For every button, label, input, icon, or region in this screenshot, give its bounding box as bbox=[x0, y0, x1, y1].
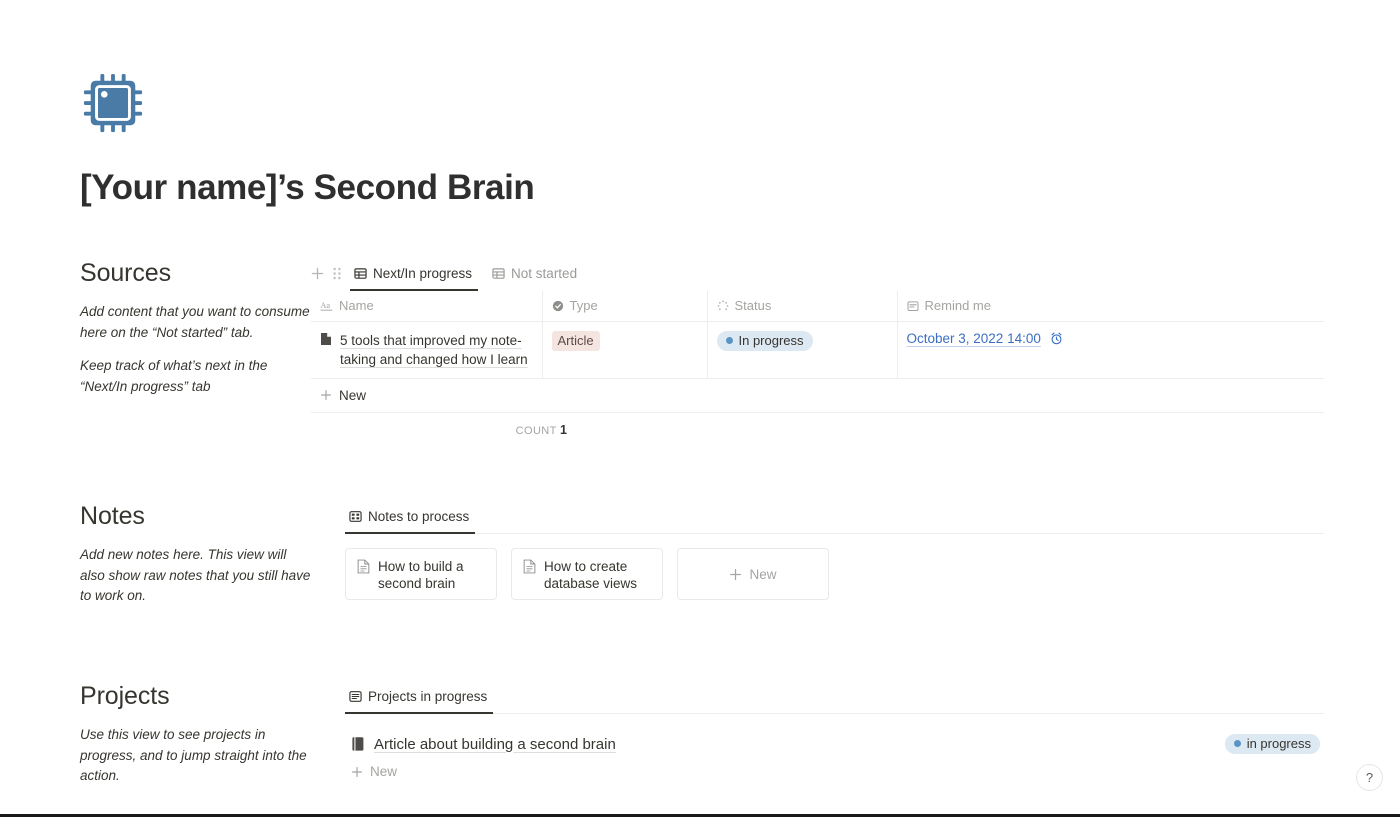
notes-description: Add new notes here. This view will also … bbox=[80, 545, 312, 607]
projects-description-line-1: Use this view to see projects in progres… bbox=[80, 727, 307, 783]
sources-description: Add content that you want to consume her… bbox=[80, 302, 312, 397]
list-item-label: Article about building a second brain bbox=[374, 735, 616, 753]
cell-type[interactable]: Article bbox=[542, 321, 708, 379]
gallery-card[interactable]: How to build a second brain bbox=[345, 548, 497, 600]
gallery-card[interactable]: How to create database views bbox=[511, 548, 663, 600]
page-document-icon bbox=[523, 559, 536, 574]
notes-database: Notes to process How to build a second b… bbox=[345, 503, 1324, 600]
table-count: COUNT 1 bbox=[311, 413, 567, 437]
page-icon[interactable] bbox=[82, 72, 144, 134]
table-view-icon bbox=[354, 267, 367, 280]
projects-database: Projects in progress Article about build… bbox=[345, 683, 1324, 783]
section-notes: Notes Add new notes here. This view will… bbox=[80, 501, 312, 607]
gallery-new-card[interactable]: New bbox=[677, 548, 829, 600]
sources-description-line-2: Keep track of what’s next in the “Next/I… bbox=[80, 358, 268, 394]
tab-notes-to-process-label: Notes to process bbox=[368, 508, 470, 524]
status-dot-icon bbox=[725, 336, 733, 344]
tab-not-started[interactable]: Not started bbox=[488, 260, 583, 286]
list-new-row-label: New bbox=[370, 764, 398, 779]
drag-handle-icon[interactable] bbox=[333, 267, 341, 280]
table-row[interactable]: 5 tools that improved my note-taking and… bbox=[311, 321, 1324, 379]
list-view-icon bbox=[349, 690, 362, 703]
page-document-icon bbox=[320, 332, 332, 346]
column-header-name-label: Name bbox=[339, 298, 374, 314]
status-property-icon bbox=[717, 300, 729, 312]
tab-projects-in-progress-label: Projects in progress bbox=[368, 688, 488, 704]
section-projects: Projects Use this view to see projects i… bbox=[80, 681, 312, 787]
list-item[interactable]: Article about building a second brain in… bbox=[345, 728, 1324, 760]
column-header-type-label: Type bbox=[569, 298, 598, 314]
gallery-card-label: How to build a second brain bbox=[378, 559, 464, 591]
status-badge-label: In progress bbox=[738, 332, 804, 348]
plus-icon bbox=[729, 568, 742, 581]
section-sources: Sources Add content that you want to con… bbox=[80, 258, 312, 397]
alarm-clock-icon bbox=[1050, 332, 1063, 345]
projects-tabbar: Projects in progress bbox=[345, 683, 1324, 714]
projects-description: Use this view to see projects in progres… bbox=[80, 725, 312, 787]
status-badge-label: in progress bbox=[1246, 736, 1311, 751]
plus-icon bbox=[351, 766, 363, 778]
table-new-row-label: New bbox=[339, 387, 367, 403]
notes-tabbar: Notes to process bbox=[345, 503, 1324, 534]
status-badge: In progress bbox=[716, 330, 813, 351]
page-document-icon bbox=[357, 559, 370, 574]
date-property-icon bbox=[907, 300, 919, 312]
column-header-name[interactable]: Aa Name bbox=[311, 291, 543, 322]
sources-table: Aa Name Type Status Remind me 5 tools th… bbox=[311, 291, 1324, 413]
cell-status[interactable]: In progress bbox=[707, 321, 898, 379]
gallery-view-icon bbox=[349, 510, 362, 523]
cell-name-label: 5 tools that improved my note-taking and… bbox=[340, 332, 528, 367]
type-tag: Article bbox=[551, 330, 600, 351]
table-new-row[interactable]: New bbox=[311, 378, 1324, 413]
help-button[interactable]: ? bbox=[1356, 764, 1383, 791]
sources-database: Next/In progress Not started Aa Name Typ… bbox=[311, 260, 1324, 437]
plus-icon bbox=[320, 389, 332, 401]
column-header-remind-me-label: Remind me bbox=[924, 298, 991, 314]
sources-description-line-1: Add content that you want to consume her… bbox=[80, 304, 310, 340]
cell-name[interactable]: 5 tools that improved my note-taking and… bbox=[311, 321, 543, 379]
column-header-status[interactable]: Status bbox=[707, 291, 898, 322]
status-dot-icon bbox=[1233, 740, 1241, 747]
svg-text:Aa: Aa bbox=[320, 301, 330, 310]
tab-projects-in-progress[interactable]: Projects in progress bbox=[345, 683, 494, 714]
notes-heading: Notes bbox=[80, 502, 145, 530]
table-count-label: COUNT bbox=[515, 424, 557, 437]
gallery-new-card-label: New bbox=[749, 566, 777, 582]
notes-gallery: How to build a second brain How to creat… bbox=[345, 548, 1324, 600]
page-title: [Your name]’s Second Brain bbox=[80, 168, 535, 207]
tab-notes-to-process[interactable]: Notes to process bbox=[345, 503, 476, 534]
table-view-icon bbox=[492, 267, 505, 280]
sources-tabbar: Next/In progress Not started bbox=[311, 260, 1324, 291]
table-new-row-cell[interactable]: New bbox=[311, 378, 1324, 413]
question-mark-icon: ? bbox=[1365, 770, 1374, 785]
projects-heading: Projects bbox=[80, 682, 170, 710]
table-header-row: Aa Name Type Status Remind me bbox=[311, 291, 1324, 322]
gallery-card-label: How to create database views bbox=[544, 559, 638, 591]
title-property-icon: Aa bbox=[320, 299, 333, 312]
table-count-value: 1 bbox=[560, 422, 567, 437]
tab-next-in-progress-label: Next/In progress bbox=[373, 265, 473, 281]
sources-heading: Sources bbox=[80, 259, 172, 287]
add-view-icon[interactable] bbox=[311, 267, 324, 280]
column-header-type[interactable]: Type bbox=[542, 291, 708, 322]
remind-me-date[interactable]: October 3, 2022 14:00 bbox=[907, 331, 1041, 346]
notes-tabbar-divider bbox=[345, 533, 1324, 534]
select-property-icon bbox=[552, 300, 564, 312]
column-header-remind-me[interactable]: Remind me bbox=[897, 291, 1324, 322]
column-header-status-label: Status bbox=[734, 298, 772, 314]
tab-not-started-label: Not started bbox=[511, 265, 578, 281]
list-new-row[interactable]: New bbox=[345, 760, 1324, 783]
tab-next-in-progress[interactable]: Next/In progress bbox=[350, 260, 479, 291]
cell-remind-me[interactable]: October 3, 2022 14:00 bbox=[897, 321, 1324, 379]
status-badge: in progress bbox=[1224, 734, 1320, 754]
notes-description-line-1: Add new notes here. This view will also … bbox=[80, 547, 311, 603]
sources-tabbar-controls bbox=[311, 267, 341, 280]
projects-list: Article about building a second brain in… bbox=[345, 728, 1324, 783]
book-dark-icon bbox=[351, 736, 365, 752]
